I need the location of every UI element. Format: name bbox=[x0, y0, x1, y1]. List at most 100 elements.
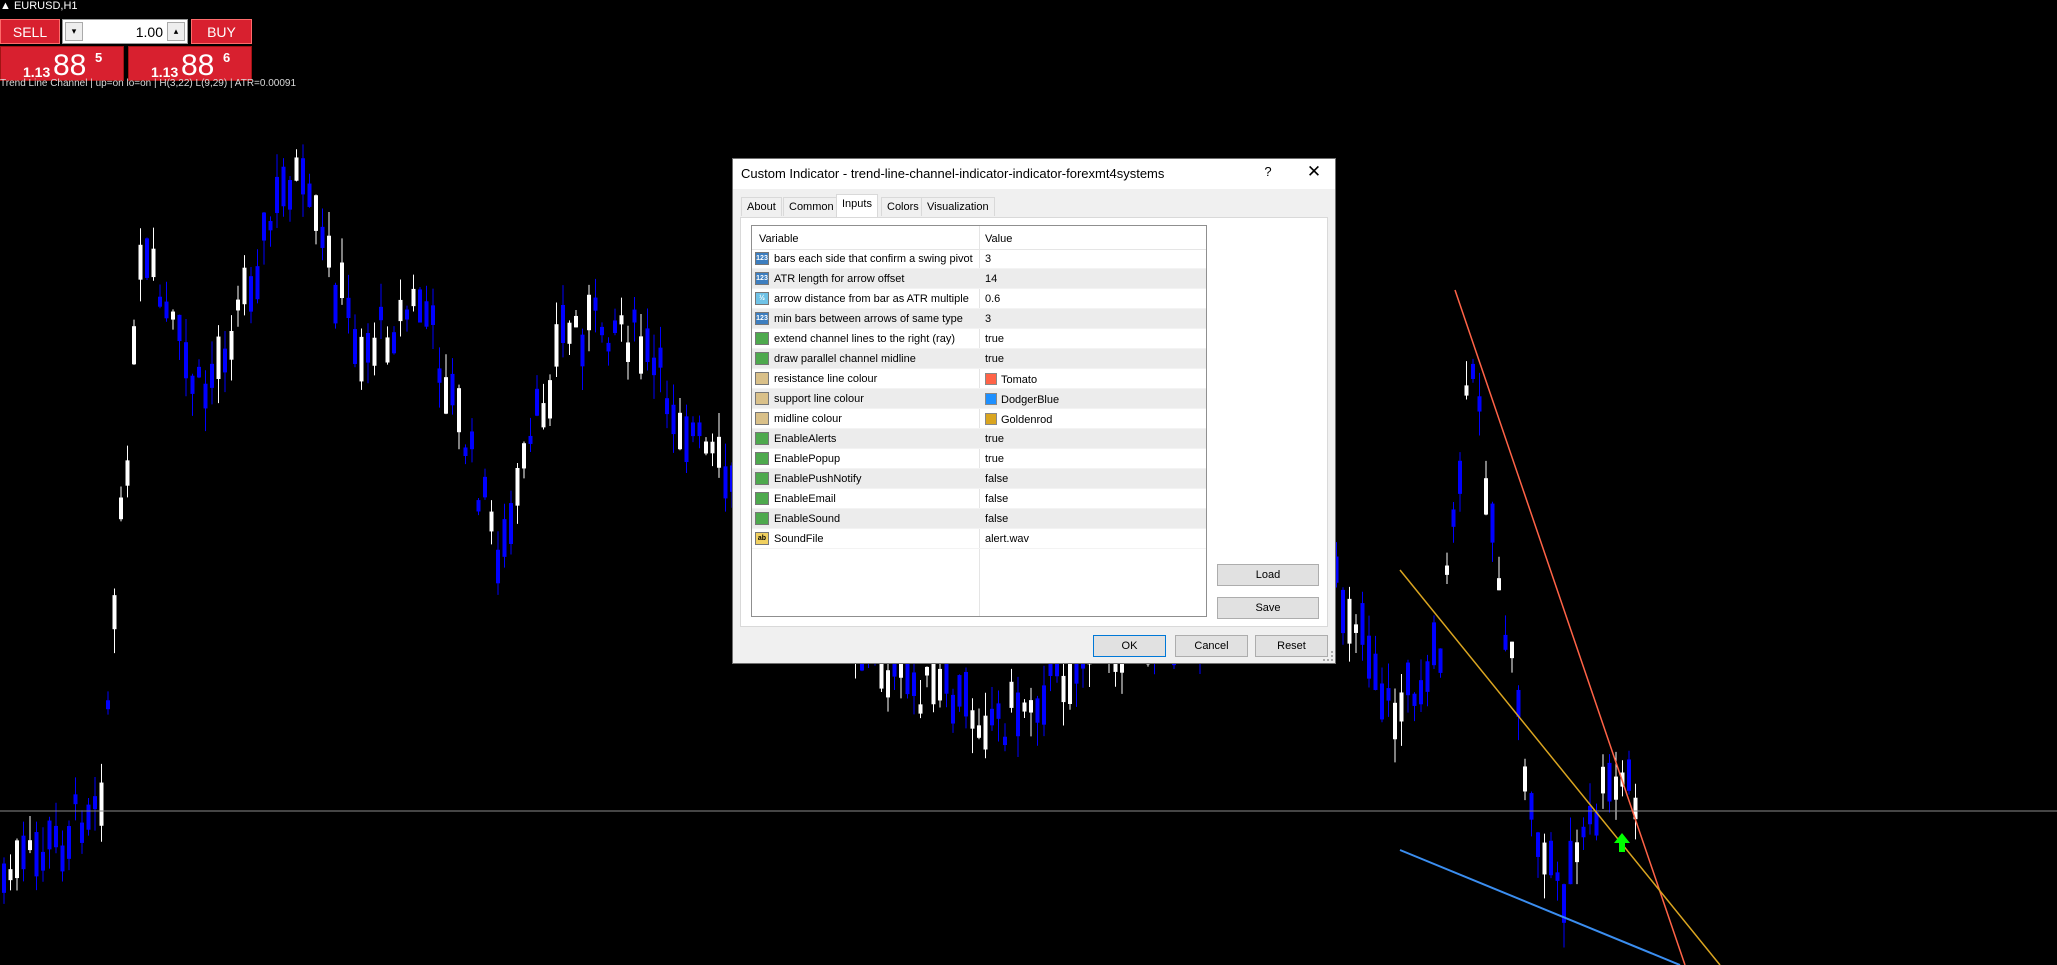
close-icon[interactable]: ✕ bbox=[1303, 162, 1325, 182]
input-row[interactable]: EnableAlerts true bbox=[752, 429, 1206, 449]
input-value[interactable]: 0.6 bbox=[985, 293, 1000, 305]
input-variable-name: EnablePushNotify bbox=[774, 473, 862, 485]
dialog-titlebar[interactable]: Custom Indicator - trend-line-channel-in… bbox=[733, 159, 1335, 189]
input-row[interactable]: 123 min bars between arrows of same type 3 bbox=[752, 309, 1206, 329]
ask-price-box[interactable]: 1.13 88 6 bbox=[128, 46, 252, 82]
input-row[interactable]: resistance line colour Tomato bbox=[752, 369, 1206, 389]
input-value[interactable]: 3 bbox=[985, 253, 991, 265]
bool-icon bbox=[755, 432, 769, 445]
candle-body bbox=[112, 595, 117, 630]
candle-body bbox=[476, 500, 481, 512]
ok-button[interactable]: OK bbox=[1093, 635, 1166, 657]
buy-button[interactable]: BUY bbox=[191, 19, 252, 44]
help-icon[interactable]: ? bbox=[1258, 164, 1278, 179]
candle-body bbox=[957, 675, 962, 707]
input-row[interactable]: extend channel lines to the right (ray) t… bbox=[752, 329, 1206, 349]
input-row[interactable]: EnablePopup true bbox=[752, 449, 1206, 469]
input-value[interactable]: alert.wav bbox=[985, 533, 1029, 545]
input-row[interactable]: EnableEmail false bbox=[752, 489, 1206, 509]
lot-size-value[interactable]: 1.00 bbox=[136, 24, 163, 40]
candle-body bbox=[1490, 503, 1495, 543]
input-row[interactable]: EnableSound false bbox=[752, 509, 1206, 529]
lot-decrease-icon[interactable]: ▾ bbox=[65, 22, 83, 41]
candle-body bbox=[606, 342, 611, 352]
candle-body bbox=[1373, 653, 1378, 690]
input-value[interactable]: 3 bbox=[985, 313, 991, 325]
bool-icon bbox=[755, 472, 769, 485]
inputs-grid[interactable]: Variable Value 123 bars each side that co… bbox=[751, 225, 1207, 617]
candle-body bbox=[996, 703, 1001, 719]
input-row[interactable]: 123 bars each side that confirm a swing p… bbox=[752, 249, 1206, 269]
candle-body bbox=[1061, 675, 1066, 703]
input-value[interactable]: false bbox=[985, 473, 1008, 485]
resize-grip-icon[interactable] bbox=[1323, 651, 1333, 661]
candle-body bbox=[463, 447, 468, 456]
input-value[interactable]: 14 bbox=[985, 273, 997, 285]
tab-inputs[interactable]: Inputs bbox=[836, 194, 878, 217]
candle-body bbox=[1042, 685, 1046, 725]
input-row[interactable]: ab SoundFile alert.wav bbox=[752, 529, 1206, 549]
input-row[interactable]: support line colour DodgerBlue bbox=[752, 389, 1206, 409]
input-value[interactable]: Goldenrod bbox=[985, 413, 1052, 426]
tab-colors[interactable]: Colors bbox=[881, 197, 925, 216]
candle-body bbox=[15, 840, 19, 879]
lot-size-field[interactable]: ▾ 1.00 ▴ bbox=[62, 19, 188, 44]
load-button[interactable]: Load bbox=[1217, 564, 1319, 586]
tab-about[interactable]: About bbox=[741, 197, 782, 216]
input-value[interactable]: false bbox=[985, 493, 1008, 505]
cancel-button[interactable]: Cancel bbox=[1175, 635, 1248, 657]
input-value[interactable]: false bbox=[985, 513, 1008, 525]
int-icon: 123 bbox=[755, 272, 769, 285]
reset-button[interactable]: Reset bbox=[1255, 635, 1328, 657]
tab-visualization[interactable]: Visualization bbox=[921, 197, 995, 216]
candle-body bbox=[249, 276, 253, 312]
int-icon: 123 bbox=[755, 312, 769, 325]
input-variable-name: midline colour bbox=[774, 413, 842, 425]
candle-body bbox=[1068, 662, 1072, 705]
candle-body bbox=[340, 262, 344, 299]
candle-body bbox=[262, 212, 266, 241]
input-value-text: 3 bbox=[985, 253, 992, 265]
input-row[interactable]: ½ arrow distance from bar as ATR multiple… bbox=[752, 289, 1206, 309]
sell-button[interactable]: SELL bbox=[0, 19, 60, 44]
input-value[interactable]: true bbox=[985, 453, 1004, 465]
column-header-value[interactable]: Value bbox=[985, 233, 1012, 245]
candle-body bbox=[1575, 842, 1579, 863]
bool-icon bbox=[755, 452, 769, 465]
candle-body bbox=[93, 796, 97, 810]
input-variable-name: EnableEmail bbox=[774, 493, 836, 505]
input-value-text: alert.wav bbox=[985, 533, 1030, 545]
candle-body bbox=[587, 294, 591, 331]
candle-body bbox=[639, 336, 643, 374]
input-value[interactable]: true bbox=[985, 353, 1004, 365]
candle-body bbox=[1016, 692, 1020, 737]
input-row[interactable]: EnablePushNotify false bbox=[752, 469, 1206, 489]
input-value[interactable]: true bbox=[985, 333, 1004, 345]
candle-body bbox=[535, 388, 539, 416]
input-value-text: true bbox=[985, 353, 1004, 365]
candle-body bbox=[886, 670, 890, 698]
input-value[interactable]: true bbox=[985, 433, 1004, 445]
candle-body bbox=[951, 694, 955, 724]
candle-body bbox=[73, 794, 78, 805]
input-value[interactable]: Tomato bbox=[985, 373, 1037, 386]
input-row[interactable]: 123 ATR length for arrow offset 14 bbox=[752, 269, 1206, 289]
save-button[interactable]: Save bbox=[1217, 597, 1319, 619]
candle-body bbox=[203, 383, 208, 409]
symbol-label: ▲ EURUSD,H1 bbox=[0, 0, 78, 12]
candle-body bbox=[1510, 641, 1514, 659]
input-row[interactable]: draw parallel channel midline true bbox=[752, 349, 1206, 369]
candle-body bbox=[990, 708, 994, 726]
symbol-text: EURUSD,H1 bbox=[13, 0, 78, 12]
candle-body bbox=[613, 320, 617, 333]
lot-increase-icon[interactable]: ▴ bbox=[167, 22, 185, 41]
column-header-variable[interactable]: Variable bbox=[759, 233, 799, 245]
input-value[interactable]: DodgerBlue bbox=[985, 393, 1059, 406]
input-row[interactable]: midline colour Goldenrod bbox=[752, 409, 1206, 429]
bid-price-box[interactable]: 1.13 88 5 bbox=[0, 46, 124, 82]
candle-body bbox=[671, 404, 676, 435]
candle-body bbox=[268, 220, 273, 231]
candle-body bbox=[216, 336, 221, 379]
candle-body bbox=[223, 348, 227, 373]
tab-common[interactable]: Common bbox=[783, 197, 840, 216]
